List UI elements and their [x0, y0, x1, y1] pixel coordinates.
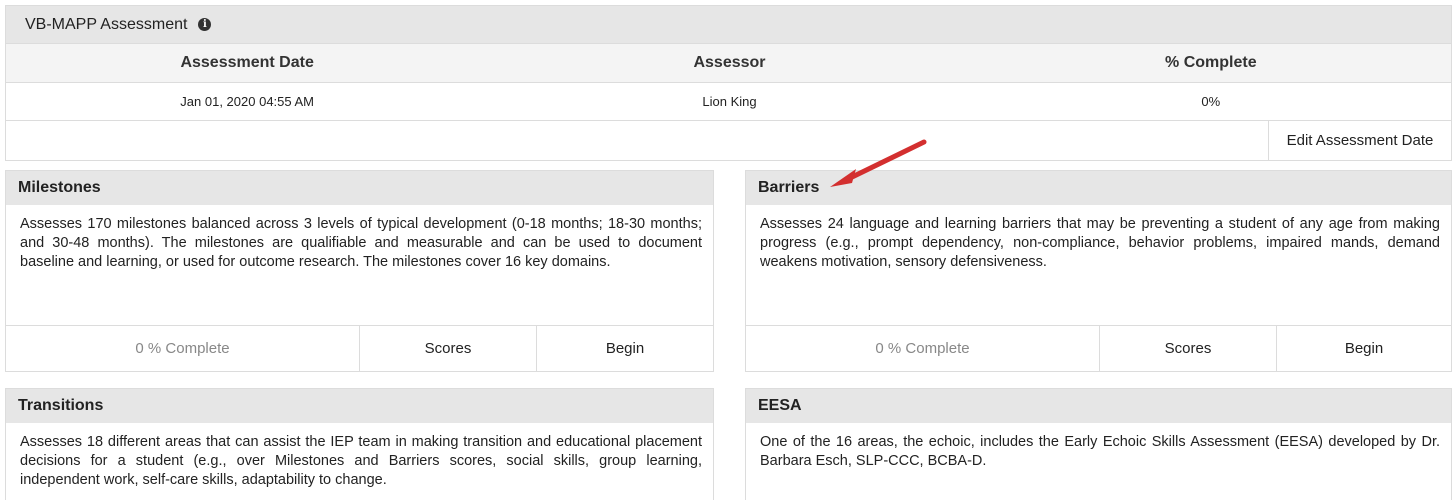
barriers-begin-button[interactable]: Begin: [1277, 326, 1451, 371]
milestones-begin-button[interactable]: Begin: [537, 326, 713, 371]
edit-assessment-date-button[interactable]: Edit Assessment Date: [1268, 121, 1451, 160]
milestones-card: Milestones Assesses 170 milestones balan…: [5, 170, 714, 372]
milestones-description: Assesses 170 milestones balanced across …: [20, 216, 702, 270]
assessment-actions: Edit Assessment Date: [6, 120, 1451, 160]
eesa-title: EESA: [746, 389, 1451, 423]
barriers-status: 0 % Complete: [746, 326, 1100, 371]
table-row: Jan 01, 2020 04:55 AM Lion King 0%: [6, 82, 1451, 120]
assessment-date-cell: Jan 01, 2020 04:55 AM: [180, 94, 315, 109]
assessment-header: VB-MAPP Assessment i: [6, 6, 1451, 43]
eesa-card: EESA One of the 16 areas, the echoic, in…: [745, 388, 1452, 500]
milestones-title: Milestones: [6, 171, 713, 205]
percent-complete-cell: 0%: [1201, 94, 1221, 109]
assessor-cell: Lion King: [702, 94, 757, 109]
milestones-status: 0 % Complete: [6, 326, 360, 371]
column-header-date: Assessment Date: [180, 54, 314, 71]
transitions-title: Transitions: [6, 389, 713, 423]
barriers-footer: 0 % Complete Scores Begin: [746, 325, 1451, 371]
column-header-complete: % Complete: [1165, 54, 1257, 71]
assessment-panel: VB-MAPP Assessment i Assessment Date Ass…: [5, 5, 1452, 161]
milestones-footer: 0 % Complete Scores Begin: [6, 325, 713, 371]
assessment-title: VB-MAPP Assessment: [25, 15, 188, 33]
info-icon[interactable]: i: [198, 18, 212, 31]
annotation-arrow-icon: [830, 139, 927, 187]
barriers-card: Barriers Assesses 24 language and learni…: [745, 170, 1452, 372]
column-header-assessor: Assessor: [693, 54, 766, 71]
assessment-table-header: Assessment Date Assessor % Complete: [6, 43, 1451, 82]
eesa-description: One of the 16 areas, the echoic, include…: [760, 434, 1440, 469]
transitions-description: Assesses 18 different areas that can ass…: [20, 434, 702, 488]
barriers-scores-button[interactable]: Scores: [1100, 326, 1277, 371]
barriers-description: Assesses 24 language and learning barrie…: [760, 216, 1440, 270]
transitions-card: Transitions Assesses 18 different areas …: [5, 388, 714, 500]
milestones-scores-button[interactable]: Scores: [360, 326, 537, 371]
